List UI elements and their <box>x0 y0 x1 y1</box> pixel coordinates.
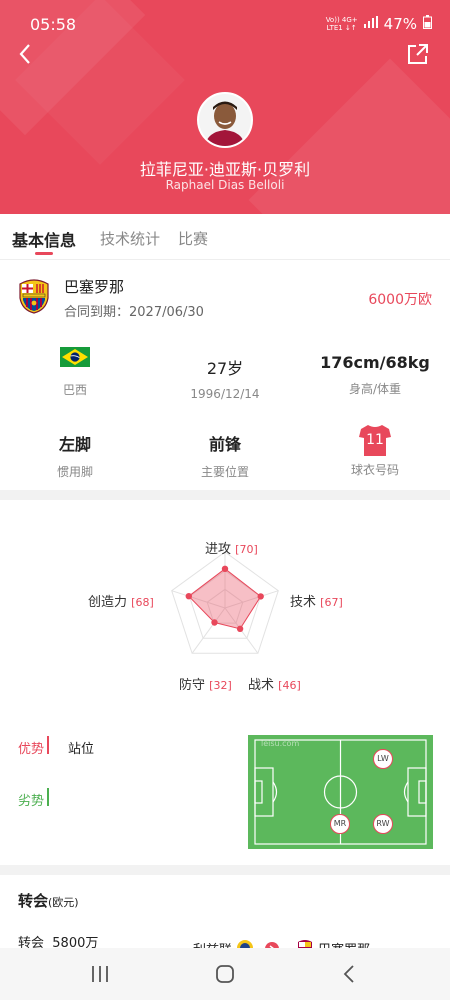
radar-label-defense: 防守 [32] <box>179 678 232 693</box>
tab-matches[interactable]: 比赛 <box>178 228 208 249</box>
radar-value-attack: [70] <box>235 543 258 556</box>
player-info-grid: 巴西 27岁 1996/12/14 176cm/68kg 身高/体重 左脚 惯用… <box>0 335 450 485</box>
height-weight-value: 176cm/68kg <box>320 353 430 372</box>
main-position-label: 主要位置 <box>200 465 249 479</box>
position-pitch: leisu.com LW MR RW <box>248 735 433 849</box>
weakness-bar <box>47 788 49 806</box>
status-time: 05:58 <box>30 15 77 34</box>
chevron-left-icon <box>19 44 30 64</box>
transfer-panel: 转会(欧元) 转会 5800万 利兹联 巴塞罗那 <box>0 875 450 958</box>
system-navigation-bar <box>0 948 450 1000</box>
player-name-en: Raphael Dias Belloli <box>165 178 285 192</box>
signal-icon <box>363 16 378 32</box>
system-icons: Vo)) 4G+ LTE1 ↓↑ 47% <box>326 15 432 33</box>
battery-percent: 47% <box>383 15 417 33</box>
battery-icon <box>423 15 432 33</box>
ability-radar-chart <box>171 551 279 654</box>
position-cell: 前锋 主要位置 <box>150 431 300 480</box>
market-value: 6000万欧 <box>368 292 432 308</box>
section-divider <box>0 865 450 875</box>
radar-value-creativity: [68] <box>131 596 154 609</box>
home-button[interactable] <box>213 964 237 984</box>
advantage-label: 优势 <box>18 742 45 757</box>
radar-point-technique <box>257 593 264 600</box>
shirt-number-label: 球衣号码 <box>350 463 399 477</box>
player-name-cn: 拉菲尼亚·迪亚斯·贝罗利 <box>139 160 311 179</box>
radar-value-defense: [32] <box>209 679 232 692</box>
recent-apps-icon <box>92 966 108 982</box>
section-divider <box>0 490 450 500</box>
network-indicator: Vo)) 4G+ LTE1 ↓↑ <box>325 16 358 32</box>
height-weight-label: 身高/体重 <box>348 382 402 396</box>
age-cell: 27岁 1996/12/14 <box>150 355 300 401</box>
club-logo-icon <box>18 278 50 314</box>
status-bar: 05:58 Vo)) 4G+ LTE1 ↓↑ 47% <box>0 0 450 46</box>
ability-panel: 进攻 [70] 技术 [67] 战术 [46] 防守 [32] 创造力 [68]… <box>0 500 450 865</box>
height-weight-cell: 176cm/68kg 身高/体重 <box>300 353 450 397</box>
position-chip-lw: LW <box>373 749 393 769</box>
recent-apps-button[interactable] <box>88 964 112 984</box>
radar-label-creativity: 创造力 [68] <box>88 595 154 610</box>
jersey-icon: 11 <box>358 423 392 457</box>
shirt-number-cell: 11 球衣号码 <box>300 423 450 478</box>
club-name: 巴塞罗那 <box>64 278 125 296</box>
radar-point-attack <box>221 565 229 572</box>
radar-label-attack: 进攻 [70] <box>205 542 258 557</box>
radar-label-tactics: 战术 [46] <box>248 678 301 693</box>
radar-point-tactics <box>236 625 244 632</box>
main-position-value: 前锋 <box>208 435 241 454</box>
position-chip-rw: RW <box>373 814 393 834</box>
advantage-bar <box>47 736 49 754</box>
foot-cell: 左脚 惯用脚 <box>0 431 150 480</box>
home-icon <box>216 965 234 983</box>
club-row[interactable]: 巴塞罗那 合同到期：2027/06/30 6000万欧 <box>0 262 450 332</box>
contract-expiry: 合同到期：2027/06/30 <box>64 305 204 320</box>
brazil-flag-icon <box>60 347 90 367</box>
back-nav-button[interactable] <box>338 964 362 984</box>
player-profile-screen: 05:58 Vo)) 4G+ LTE1 ↓↑ 47% 拉菲尼亚·迪亚斯·贝罗利 … <box>0 0 450 1000</box>
radar-value-tactics: [46] <box>278 679 301 692</box>
weakness-label: 劣势 <box>18 794 45 809</box>
transfer-title: 转会(欧元) <box>18 892 79 910</box>
player-avatar <box>197 92 253 148</box>
radar-label-technique: 技术 [67] <box>290 595 343 610</box>
preferred-foot-value: 左脚 <box>58 435 91 454</box>
age-value: 27岁 <box>206 359 244 378</box>
back-icon <box>343 965 354 983</box>
tab-bar: 基本信息 技术统计 比赛 <box>0 214 450 260</box>
share-icon <box>408 44 428 64</box>
transfer-unit: (欧元) <box>48 896 79 909</box>
tab-basic-info[interactable]: 基本信息 <box>12 227 76 251</box>
radar-value-technique: [67] <box>320 596 343 609</box>
pitch-watermark: leisu.com <box>261 739 300 748</box>
radar-value-shape <box>188 568 262 630</box>
advantage-item: 站位 <box>68 742 95 757</box>
nationality-label: 巴西 <box>62 383 87 397</box>
nationality-cell: 巴西 <box>0 347 150 398</box>
preferred-foot-label: 惯用脚 <box>56 465 93 479</box>
birth-date: 1996/12/14 <box>190 387 260 401</box>
radar-point-creativity <box>185 593 192 600</box>
share-button[interactable] <box>406 42 430 66</box>
shirt-number: 11 <box>366 432 384 448</box>
position-chip-mr: MR <box>330 814 350 834</box>
tab-tech-stats[interactable]: 技术统计 <box>100 228 160 249</box>
back-button[interactable] <box>14 42 38 66</box>
radar-point-defense <box>211 619 218 626</box>
player-header: 05:58 Vo)) 4G+ LTE1 ↓↑ 47% 拉菲尼亚·迪亚斯·贝罗利 … <box>0 0 450 214</box>
tab-active-indicator <box>35 252 53 255</box>
